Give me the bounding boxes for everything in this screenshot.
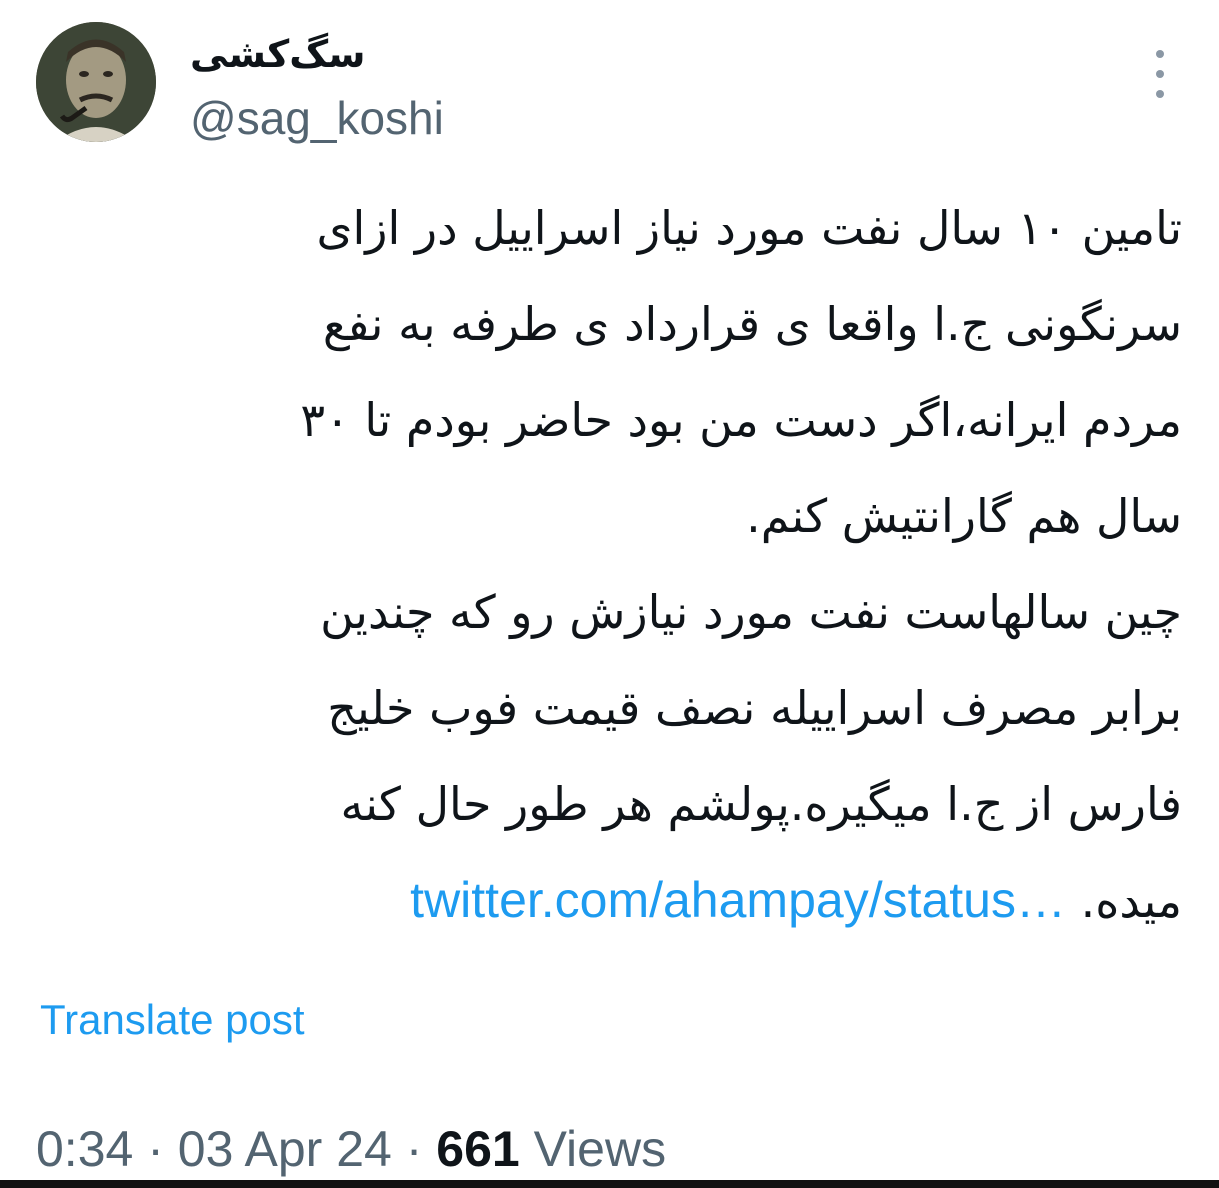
more-vertical-icon-dot xyxy=(1156,70,1164,78)
more-vertical-icon xyxy=(1156,50,1164,58)
tweet-line: چین سالهاست نفت مورد نیازش رو که چندین xyxy=(320,585,1182,639)
author-display-name[interactable]: سگ‌کشی xyxy=(190,26,366,82)
tweet-date[interactable]: 03 Apr 24 xyxy=(178,1121,392,1177)
meta-separator: · xyxy=(133,1121,178,1177)
avatar-portrait-icon xyxy=(36,22,156,142)
tweet-line: برابر مصرف اسراییله نصف قیمت فوب خلیج xyxy=(327,681,1182,735)
views-count: 661 xyxy=(436,1121,520,1177)
more-options-button[interactable] xyxy=(1146,50,1174,98)
tweet-line: تامین ۱۰ سال نفت مورد نیاز اسراییل در از… xyxy=(316,201,1182,255)
tweet-text: تامین ۱۰ سال نفت مورد نیاز اسراییل در از… xyxy=(40,180,1182,949)
views-label: Views xyxy=(519,1121,667,1177)
tweet-line: فارس از ج.ا میگیره.پولشم هر طور حال کنه xyxy=(340,777,1183,831)
meta-separator: · xyxy=(391,1121,437,1177)
translate-post-link[interactable]: Translate post xyxy=(40,990,305,1050)
tweet-time[interactable]: 0:34 xyxy=(36,1121,133,1177)
more-vertical-icon-dot xyxy=(1156,90,1164,98)
tweet-line: مردم ایرانه،اگر دست من بود حاضر بودم تا … xyxy=(300,393,1182,447)
tweet-line: سال هم گارانتیش کنم. xyxy=(746,489,1182,543)
tweet-meta: 0:34 · 03 Apr 24 · 661 Views xyxy=(36,1116,666,1182)
tweet-link[interactable]: twitter.com/ahampay/status… xyxy=(410,872,1066,928)
bottom-divider xyxy=(0,1180,1219,1188)
author-handle[interactable]: @sag_koshi xyxy=(190,88,444,148)
tweet-last-line: میده. twitter.com/ahampay/status… xyxy=(40,852,1182,949)
tweet-line: سرنگونی ج.ا واقعا ی قرارداد ی طرفه به نف… xyxy=(322,297,1182,351)
avatar[interactable] xyxy=(36,22,156,142)
tweet-last-line-text: میده. xyxy=(1080,874,1182,928)
